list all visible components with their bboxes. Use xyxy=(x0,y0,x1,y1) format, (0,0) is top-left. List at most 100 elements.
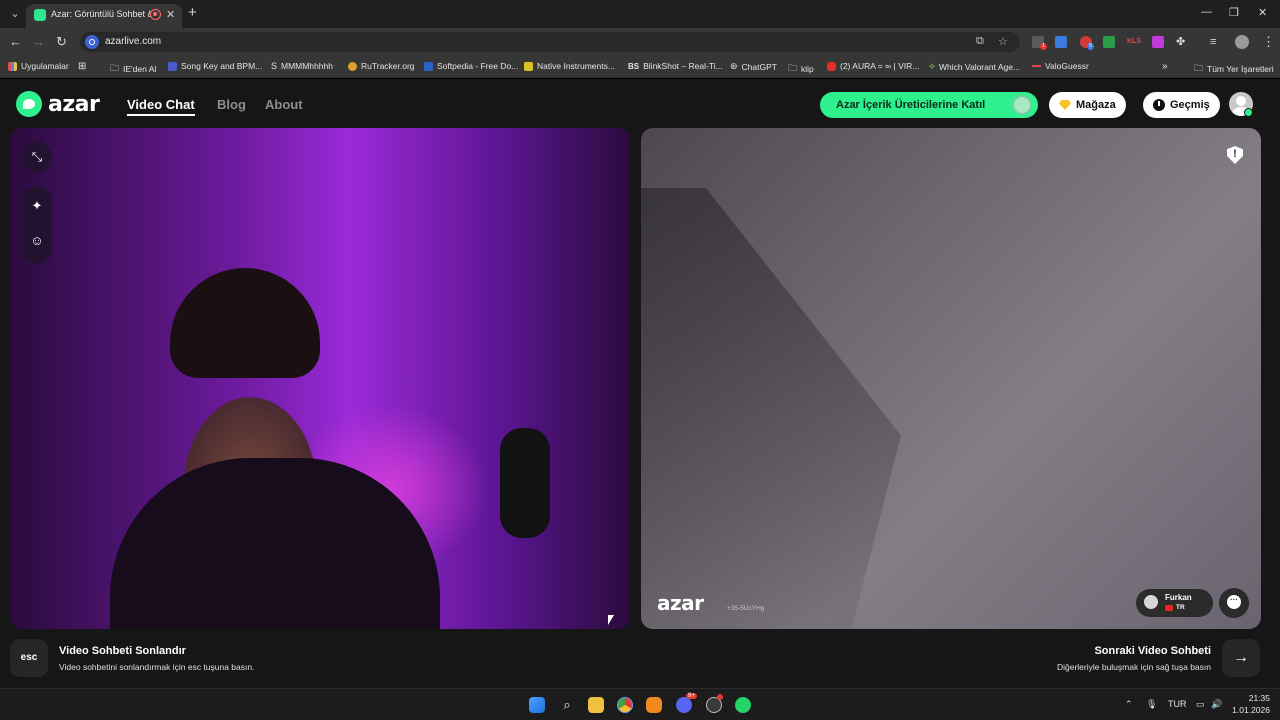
face-filter-icon[interactable]: ☺ xyxy=(29,233,45,249)
bookmark-link[interactable]: Softpedia - Free Do... xyxy=(424,61,518,71)
volume-icon[interactable]: 🔊 xyxy=(1211,699,1222,710)
all-bookmarks[interactable]: 🗀 Tüm Yer İşaretleri xyxy=(1194,61,1274,77)
report-shield-icon[interactable]: ! xyxy=(1227,146,1243,164)
diamond-icon xyxy=(1059,100,1071,110)
site-icon xyxy=(424,61,433,71)
next-chat-arrow-button[interactable]: → xyxy=(1222,639,1260,677)
browser-tab-bar: ⌄ Azar: Görüntülü Sohbet & V ✕ + — ❐ ✕ xyxy=(0,0,1280,28)
folder-icon: 🗀 xyxy=(110,63,120,73)
bookmark-link[interactable]: Native Instruments... xyxy=(524,61,615,71)
bookmark-link[interactable]: ⟡ Which Valorant Age... xyxy=(929,61,1020,72)
discord-icon[interactable] xyxy=(676,697,692,713)
bookmarks-bar: Uygulamalar ⊞ 🗀 IE'den Al Song Key and BP… xyxy=(0,56,1280,78)
address-toolbar: ← → ↻ azarlive.com ⧉ ☆ 1 5 KLS ✤ ≡ ⋮ xyxy=(0,28,1280,56)
site-icon xyxy=(348,61,357,71)
local-video-person-shirt xyxy=(110,458,440,629)
taskbar-date[interactable]: 1.01.2026 xyxy=(1228,705,1270,715)
azar-logo-icon xyxy=(16,91,42,117)
site-icon: ⟡ xyxy=(929,61,935,71)
network-icon[interactable]: ▭ xyxy=(1196,699,1205,710)
tray-overflow-icon[interactable]: ⌃ xyxy=(1125,699,1133,710)
bookmark-link[interactable]: BS BlinkShot – Real-Ti... xyxy=(628,61,723,71)
new-tab-icon[interactable]: + xyxy=(188,5,197,21)
browser-menu-icon[interactable]: ⋮ xyxy=(1262,34,1275,50)
partner-country: TR xyxy=(1165,604,1185,611)
folder-icon: 🗀 xyxy=(788,63,798,73)
extension-icon[interactable] xyxy=(1152,36,1164,48)
shop-label: Mağaza xyxy=(1076,99,1116,111)
taskbar-time[interactable]: 21:35 xyxy=(1236,693,1270,703)
close-window-icon[interactable]: ✕ xyxy=(1258,6,1267,19)
end-chat-hint: Video sohbetini sonlandırmak için esc tu… xyxy=(59,662,255,672)
bookmark-apps[interactable]: Uygulamalar xyxy=(8,61,69,71)
partner-profile-button[interactable]: Furkan TR xyxy=(1136,589,1213,617)
kls-extension-icon[interactable]: KLS xyxy=(1127,36,1141,48)
notification-dot-icon xyxy=(717,694,723,700)
tab-search-icon[interactable]: ⌄ xyxy=(8,7,22,21)
azar-watermark: azar xyxy=(657,591,704,615)
bookmark-star-icon[interactable]: ☆ xyxy=(998,35,1008,48)
partner-avatar-icon xyxy=(1144,595,1158,609)
minimize-icon[interactable]: — xyxy=(1201,6,1212,18)
search-icon[interactable]: ⌕ xyxy=(559,697,575,713)
bookmark-link[interactable]: S MMMMhhhhh xyxy=(271,61,333,71)
input-language[interactable]: TUR xyxy=(1168,699,1187,709)
watermark-id: +35-5UcYHg xyxy=(727,605,765,612)
whatsapp-icon[interactable] xyxy=(735,697,751,713)
azar-logo[interactable]: azar xyxy=(16,91,100,117)
file-explorer-icon[interactable] xyxy=(588,697,604,713)
site-icon: BS xyxy=(628,61,640,71)
site-info-icon[interactable] xyxy=(85,35,99,49)
partner-name: Furkan xyxy=(1165,593,1192,602)
more-bookmarks-icon[interactable]: » xyxy=(1162,61,1168,72)
creator-illustration-icon xyxy=(1012,95,1032,115)
fl-studio-icon[interactable] xyxy=(646,697,662,713)
translate-extension-icon[interactable] xyxy=(1055,36,1067,48)
extensions-puzzle-icon[interactable]: ✤ xyxy=(1176,34,1185,50)
grid-icon: ⊞ xyxy=(78,61,87,72)
chrome-icon[interactable] xyxy=(617,697,633,713)
bookmark-link[interactable]: Song Key and BPM... xyxy=(168,61,262,71)
creator-program-button[interactable]: Azar İçerik Üreticilerine Katıl xyxy=(820,92,1038,118)
url-text[interactable]: azarlive.com xyxy=(105,36,161,47)
chat-button[interactable]: ··· xyxy=(1219,588,1249,618)
bookmark-link[interactable]: ValoGuessr xyxy=(1032,61,1089,71)
history-clock-icon xyxy=(1153,99,1165,111)
partner-country-code: TR xyxy=(1176,604,1185,611)
end-chat-esc-button[interactable]: esc xyxy=(10,639,48,677)
bookmark-link[interactable]: (2) AURA = ∞ | VIR... xyxy=(827,61,919,71)
chatgpt-icon: ⊛ xyxy=(730,61,738,71)
media-control-icon[interactable]: ≡ xyxy=(1210,34,1216,50)
profile-avatar-icon[interactable] xyxy=(1235,35,1249,49)
turkey-flag-icon xyxy=(1165,604,1173,611)
fullscreen-toggle-button[interactable]: ⤡ xyxy=(22,142,52,172)
bookmark-link[interactable]: ⊛ ChatGPT xyxy=(730,61,777,72)
windows-start-icon[interactable] xyxy=(529,697,545,713)
microphone-icon[interactable]: 🎙 xyxy=(1146,699,1157,710)
maximize-icon[interactable]: ❐ xyxy=(1229,6,1239,19)
next-chat-title: Sonraki Video Sohbeti xyxy=(1094,645,1211,657)
azar-logo-text: azar xyxy=(48,91,100,117)
nav-blog[interactable]: Blog xyxy=(217,97,246,112)
history-button[interactable]: Geçmiş xyxy=(1143,92,1220,118)
omnibox[interactable]: azarlive.com ⧉ ☆ xyxy=(80,32,1020,52)
site-icon: S xyxy=(271,61,278,71)
online-status-icon xyxy=(1244,108,1253,117)
back-icon[interactable]: ← xyxy=(9,34,22,50)
download-extension-icon[interactable] xyxy=(1103,36,1115,48)
bookmark-grid[interactable]: ⊞ xyxy=(78,61,86,72)
install-app-icon[interactable]: ⧉ xyxy=(976,35,984,48)
reload-icon[interactable]: ↻ xyxy=(56,34,67,50)
sparkle-effects-icon[interactable]: ✦ xyxy=(29,198,45,214)
forward-icon[interactable]: → xyxy=(32,34,45,50)
bookmark-folder[interactable]: 🗀 klip xyxy=(788,61,814,77)
close-tab-icon[interactable]: ✕ xyxy=(166,8,175,21)
nav-about[interactable]: About xyxy=(265,97,303,112)
bookmark-link[interactable]: RuTracker.org xyxy=(348,61,415,71)
browser-tab[interactable]: Azar: Görüntülü Sohbet & V ✕ xyxy=(26,4,182,28)
next-chat-hint: Diğerleriyle buluşmak için sağ tuşa bası… xyxy=(1056,662,1211,672)
bookmark-folder[interactable]: 🗀 IE'den Al xyxy=(110,61,156,77)
shop-button[interactable]: Mağaza xyxy=(1049,92,1126,118)
effects-toolbar: ✦ ☺ xyxy=(22,186,52,264)
nav-video-chat[interactable]: Video Chat xyxy=(127,97,195,116)
